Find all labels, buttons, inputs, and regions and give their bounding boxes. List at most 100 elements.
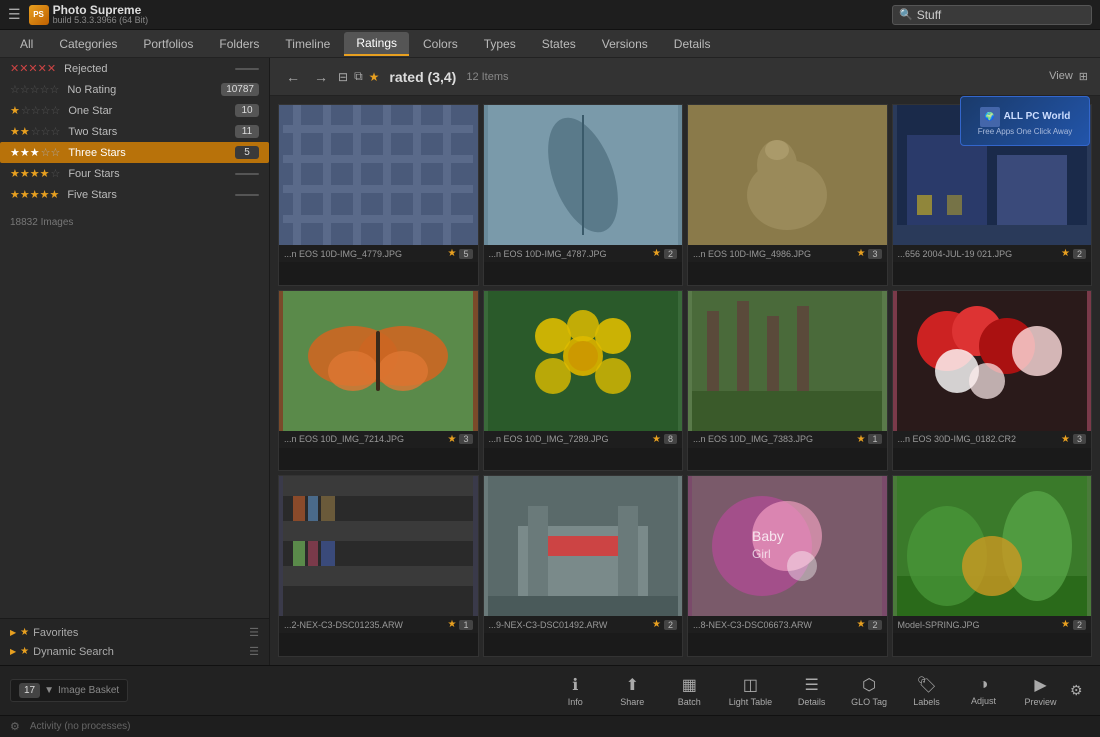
- tab-ratings[interactable]: Ratings: [344, 32, 409, 56]
- left-panel: ✕✕✕✕✕ Rejected ☆☆☆☆☆ No Rating 10787: [0, 58, 270, 665]
- status-text: Activity (no processes): [30, 721, 131, 732]
- rating-two-stars[interactable]: ★★☆☆☆ Two Stars 11: [0, 121, 269, 142]
- subheader: ← → ⊟ ⧉ ★ rated (3,4) 12 Items View ⊞: [270, 58, 1100, 96]
- star-favorites-icon: ★: [20, 627, 29, 638]
- photo-item[interactable]: ...2-NEX-C3-DSC01235.ARW ★ 1: [278, 475, 479, 657]
- ad-logo-icon: 🌍: [980, 107, 1000, 127]
- share-icon: ⬆: [626, 675, 639, 695]
- sidebar-favorites-label: Favorites: [33, 627, 245, 639]
- app-logo: PS Photo Supreme build 5.3.3.3966 (64 Bi…: [29, 4, 149, 25]
- rating-three-stars[interactable]: ★★★☆☆ Three Stars 5: [0, 142, 269, 163]
- ratings-list: ✕✕✕✕✕ Rejected ☆☆☆☆☆ No Rating 10787: [0, 58, 269, 618]
- tab-versions[interactable]: Versions: [590, 33, 660, 55]
- basket-dropdown-icon[interactable]: ▼: [44, 685, 54, 696]
- rating-one-star[interactable]: ★☆☆☆☆ One Star 10: [0, 100, 269, 121]
- share-label: Share: [620, 697, 644, 707]
- rating-rejected[interactable]: ✕✕✕✕✕ Rejected: [0, 58, 269, 79]
- photo-caption: Model-SPRING.JPG ★ 2: [893, 616, 1092, 633]
- tab-categories[interactable]: Categories: [47, 33, 129, 55]
- tab-details[interactable]: Details: [662, 33, 723, 55]
- svg-text:Baby: Baby: [752, 528, 784, 544]
- app-logo-icon: PS: [29, 5, 49, 25]
- photo-thumbnail: [279, 105, 478, 245]
- nav-tabs: All Categories Portfolios Folders Timeli…: [0, 30, 1100, 58]
- rating-five-stars[interactable]: ★★★★★ Five Stars: [0, 184, 269, 205]
- photo-rating-num: 1: [459, 620, 472, 630]
- photo-thumbnail: [484, 291, 683, 431]
- photo-item[interactable]: ...n EOS 10D_IMG_7214.JPG ★ 3: [278, 290, 479, 472]
- nav-back-button[interactable]: ←: [282, 67, 304, 87]
- details-icon: ☰: [804, 675, 818, 695]
- rating-none[interactable]: ☆☆☆☆☆ No Rating 10787: [0, 79, 269, 100]
- photo-item[interactable]: ...n EOS 10D_IMG_7289.JPG ★ 8: [483, 290, 684, 472]
- rating-label-five: Five Stars: [67, 189, 235, 201]
- favorites-menu-icon[interactable]: ☰: [249, 626, 259, 639]
- grid-view-icon[interactable]: ⊞: [1079, 70, 1088, 83]
- photo-item[interactable]: BabyGirl ...8-NEX-C3-DSC06673.ARW ★ 2: [687, 475, 888, 657]
- sidebar-dynamic-search[interactable]: ▶ ★ Dynamic Search ☰: [0, 642, 269, 661]
- status-bar: ⚙ Activity (no processes): [0, 715, 1100, 737]
- photo-thumbnail: [484, 105, 683, 245]
- tab-folders[interactable]: Folders: [207, 33, 271, 55]
- filter-icon[interactable]: ⊟: [338, 70, 348, 84]
- photo-grid: ...n EOS 10D-IMG_4779.JPG ★ 5 ...n EOS 1…: [270, 96, 1100, 665]
- tab-types[interactable]: Types: [472, 33, 528, 55]
- light-table-button[interactable]: ◫ Light Table: [719, 671, 782, 711]
- ad-subtitle: Free Apps One Click Away: [978, 127, 1073, 136]
- settings-gear-icon[interactable]: ⚙: [10, 720, 20, 733]
- stack-icon[interactable]: ⧉: [354, 69, 363, 84]
- photo-rating-num: 2: [868, 620, 881, 630]
- rating-stars-two: ★★☆☆☆: [10, 125, 60, 138]
- photo-rating-num: 3: [459, 434, 472, 444]
- photo-item[interactable]: ...n EOS 10D-IMG_4787.JPG ★ 2: [483, 104, 684, 286]
- photo-caption: ...n EOS 10D-IMG_4787.JPG ★ 2: [484, 245, 683, 262]
- rating-count-none: 10787: [221, 83, 259, 96]
- tab-states[interactable]: States: [530, 33, 588, 55]
- tab-colors[interactable]: Colors: [411, 33, 470, 55]
- rating-four-stars[interactable]: ★★★★☆ Four Stars: [0, 163, 269, 184]
- photo-item[interactable]: ...n EOS 10D_IMG_7383.JPG ★ 1: [687, 290, 888, 472]
- star-filter-icon[interactable]: ★: [369, 70, 380, 84]
- search-bar[interactable]: 🔍: [892, 5, 1092, 25]
- photo-name: ...n EOS 10D-IMG_4787.JPG: [489, 249, 650, 259]
- photo-rating-num: 2: [1073, 620, 1086, 630]
- rating-stars-none: ☆☆☆☆☆: [10, 83, 59, 96]
- app-subtitle: build 5.3.3.3966 (64 Bit): [53, 16, 149, 25]
- photo-name: ...n EOS 30D-IMG_0182.CR2: [898, 434, 1059, 444]
- photo-name: ...8-NEX-C3-DSC06673.ARW: [693, 620, 854, 630]
- view-label[interactable]: View: [1049, 70, 1073, 83]
- hamburger-icon[interactable]: ☰: [8, 6, 21, 23]
- photo-thumbnail: [279, 291, 478, 431]
- preview-button[interactable]: ▶ Preview: [1013, 671, 1068, 711]
- glo-tag-button[interactable]: ⬡ GLO Tag: [841, 671, 897, 711]
- photo-item[interactable]: ...n EOS 30D-IMG_0182.CR2 ★ 3: [892, 290, 1093, 472]
- basket-label: Image Basket: [58, 685, 119, 696]
- photo-item[interactable]: ...n EOS 10D-IMG_4986.JPG ★ 3: [687, 104, 888, 286]
- search-input[interactable]: [917, 8, 1085, 22]
- dynamic-menu-icon[interactable]: ☰: [249, 645, 259, 658]
- adjust-button[interactable]: ◑ Adjust: [956, 672, 1011, 710]
- share-button[interactable]: ⬆ Share: [605, 671, 660, 711]
- middle-section: ✕✕✕✕✕ Rejected ☆☆☆☆☆ No Rating 10787: [0, 58, 1100, 665]
- ad-title: ALL PC World: [1004, 111, 1071, 122]
- rating-label-one: One Star: [68, 105, 235, 117]
- photo-item[interactable]: Model-SPRING.JPG ★ 2: [892, 475, 1093, 657]
- photo-item[interactable]: ...n EOS 10D-IMG_4779.JPG ★ 5: [278, 104, 479, 286]
- tab-all[interactable]: All: [8, 33, 45, 55]
- details-button[interactable]: ☰ Details: [784, 671, 839, 711]
- photo-star-icon: ★: [448, 248, 457, 259]
- labels-button[interactable]: 🏷 Labels: [899, 671, 954, 711]
- photo-item[interactable]: ...9-NEX-C3-DSC01492.ARW ★ 2: [483, 475, 684, 657]
- tab-portfolios[interactable]: Portfolios: [131, 33, 205, 55]
- photo-name: Model-SPRING.JPG: [898, 620, 1059, 630]
- photo-caption: ...8-NEX-C3-DSC06673.ARW ★ 2: [688, 616, 887, 633]
- settings-icon-area[interactable]: ⚙: [1070, 682, 1090, 699]
- nav-forward-button[interactable]: →: [310, 67, 332, 87]
- photo-thumbnail: [893, 476, 1092, 616]
- tab-timeline[interactable]: Timeline: [273, 33, 342, 55]
- info-button[interactable]: ℹ Info: [548, 671, 603, 711]
- photo-rating-num: 8: [664, 434, 677, 444]
- batch-button[interactable]: ▦ Batch: [662, 671, 717, 711]
- sidebar-favorites[interactable]: ▶ ★ Favorites ☰: [0, 623, 269, 642]
- photo-thumbnail: [688, 291, 887, 431]
